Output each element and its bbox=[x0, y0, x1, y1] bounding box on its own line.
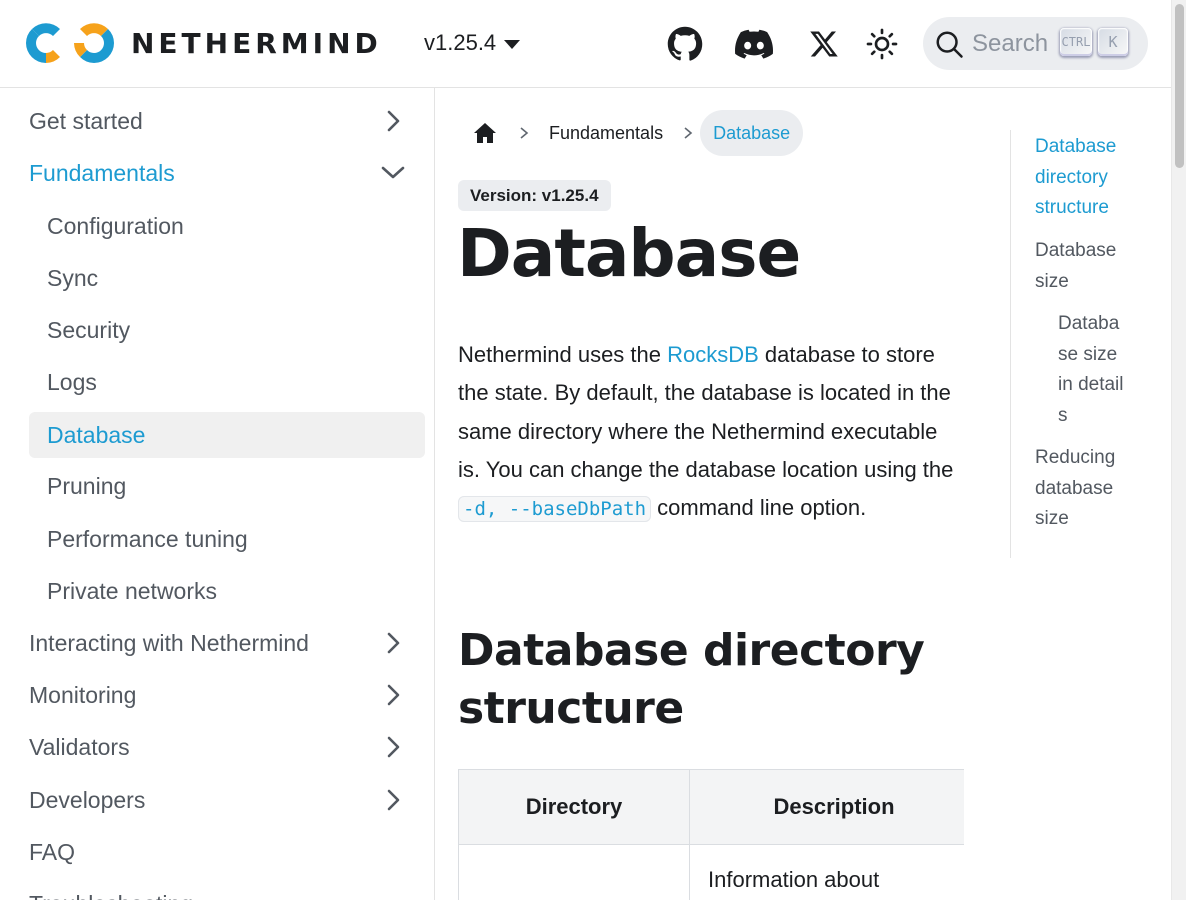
sidebar-item-configuration[interactable]: Configuration bbox=[29, 203, 425, 249]
toc-link-directory-structure[interactable]: Database directory structure bbox=[1035, 132, 1135, 224]
sidebar-item-label: Developers bbox=[29, 786, 146, 813]
chevron-right-icon[interactable] bbox=[381, 683, 405, 707]
toc-link-database-size[interactable]: Database size bbox=[1035, 236, 1135, 297]
sidebar-item-label: Security bbox=[47, 316, 131, 343]
theme-toggle-icon[interactable] bbox=[862, 24, 902, 64]
k-key: K bbox=[1098, 28, 1128, 56]
intro-text: Nethermind uses the bbox=[458, 342, 668, 367]
sidebar-item-label: Sync bbox=[47, 264, 99, 291]
toc-link-size-in-details[interactable]: Database size in details bbox=[1058, 309, 1124, 431]
intro-paragraph: Nethermind uses the RocksDB database to … bbox=[458, 336, 964, 528]
sidebar-item-security[interactable]: Security bbox=[29, 307, 425, 353]
toc-link-reducing-size[interactable]: Reducing database size bbox=[1035, 443, 1135, 535]
chevron-right-icon[interactable] bbox=[381, 735, 405, 759]
chevron-right-icon bbox=[512, 126, 536, 140]
sidebar-item-faq[interactable]: FAQ bbox=[29, 829, 425, 875]
sidebar-item-label: FAQ bbox=[29, 838, 76, 865]
page-scrollbar[interactable] bbox=[1171, 0, 1186, 900]
sidebar-item-label: Fundamentals bbox=[29, 159, 175, 186]
search-button[interactable]: Search CTRL K bbox=[923, 17, 1148, 70]
breadcrumb: Fundamentals Database bbox=[458, 110, 804, 156]
version-dropdown[interactable]: v1.25.4 bbox=[424, 30, 521, 56]
brand-name[interactable]: NETHERMIND bbox=[131, 28, 382, 60]
version-badge: Version: v1.25.4 bbox=[458, 180, 611, 211]
table-cell bbox=[458, 844, 690, 900]
sidebar-item-label: Private networks bbox=[47, 577, 218, 604]
section-heading: Database directory structure bbox=[458, 625, 925, 734]
chevron-down-icon[interactable] bbox=[381, 161, 405, 185]
table-cell: Information about bbox=[689, 844, 964, 900]
home-icon[interactable] bbox=[458, 110, 512, 156]
chevron-right-icon bbox=[676, 126, 700, 140]
sidebar-item-private-networks[interactable]: Private networks bbox=[29, 568, 425, 614]
ctrl-key: CTRL bbox=[1060, 28, 1092, 56]
page-title: Database bbox=[457, 215, 801, 292]
breadcrumb-fundamentals[interactable]: Fundamentals bbox=[536, 110, 676, 156]
sidebar-item-developers[interactable]: Developers bbox=[29, 777, 425, 823]
sidebar-item-logs[interactable]: Logs bbox=[29, 359, 425, 405]
directory-table: Directory Description Information about bbox=[458, 769, 964, 900]
table-of-contents: Database directory structure Database si… bbox=[1010, 130, 1160, 558]
chevron-right-icon[interactable] bbox=[381, 631, 405, 655]
sidebar-item-label: Monitoring bbox=[29, 681, 137, 708]
sidebar-item-label: Logs bbox=[47, 368, 97, 395]
sidebar-item-label: Interacting with Nethermind bbox=[29, 629, 309, 656]
sidebar-item-label: Configuration bbox=[47, 212, 184, 239]
x-icon[interactable] bbox=[804, 24, 844, 64]
sidebar-item-monitoring[interactable]: Monitoring bbox=[29, 672, 425, 718]
breadcrumb-database: Database bbox=[700, 110, 804, 156]
sidebar-item-label: Performance tuning bbox=[47, 525, 248, 552]
sidebar-item-sync[interactable]: Sync bbox=[29, 255, 425, 301]
sidebar-item-database[interactable]: Database bbox=[29, 412, 425, 458]
scrollbar-thumb[interactable] bbox=[1175, 4, 1184, 168]
sidebar-item-troubleshooting[interactable]: Troubleshooting bbox=[29, 881, 425, 900]
top-navbar: NETHERMIND v1.25.4 Search CTRL K bbox=[0, 0, 1171, 88]
github-icon[interactable] bbox=[665, 24, 705, 64]
sidebar-item-get-started[interactable]: Get started bbox=[29, 98, 425, 144]
chevron-right-icon[interactable] bbox=[381, 788, 405, 812]
version-label: v1.25.4 bbox=[424, 30, 497, 55]
table-header-description: Description bbox=[689, 769, 964, 845]
search-placeholder: Search bbox=[972, 29, 1049, 57]
table-header-directory: Directory bbox=[458, 769, 690, 845]
sidebar-item-interacting[interactable]: Interacting with Nethermind bbox=[29, 620, 425, 666]
inline-code: -d, --baseDbPath bbox=[458, 496, 652, 523]
sidebar-item-label: Validators bbox=[29, 733, 130, 760]
sidebar-item-fundamentals[interactable]: Fundamentals bbox=[29, 150, 425, 196]
sidebar-item-pruning[interactable]: Pruning bbox=[29, 463, 425, 509]
search-icon bbox=[936, 31, 963, 58]
sidebar-item-label: Get started bbox=[29, 107, 143, 134]
chevron-right-icon[interactable] bbox=[381, 109, 405, 133]
discord-icon[interactable] bbox=[734, 24, 774, 64]
caret-down-icon bbox=[504, 39, 521, 49]
rocksdb-link[interactable]: RocksDB bbox=[667, 342, 759, 367]
intro-text: command line option. bbox=[651, 495, 867, 521]
sidebar-item-label: Pruning bbox=[47, 472, 127, 499]
sidebar-item-label: Database bbox=[47, 421, 146, 448]
sidebar-item-performance-tuning[interactable]: Performance tuning bbox=[29, 516, 425, 562]
docs-sidebar: Get started Fundamentals Configuration S… bbox=[0, 88, 435, 900]
nethermind-logo[interactable] bbox=[22, 19, 118, 67]
sidebar-item-validators[interactable]: Validators bbox=[29, 724, 425, 770]
sidebar-item-label: Troubleshooting bbox=[29, 891, 193, 900]
